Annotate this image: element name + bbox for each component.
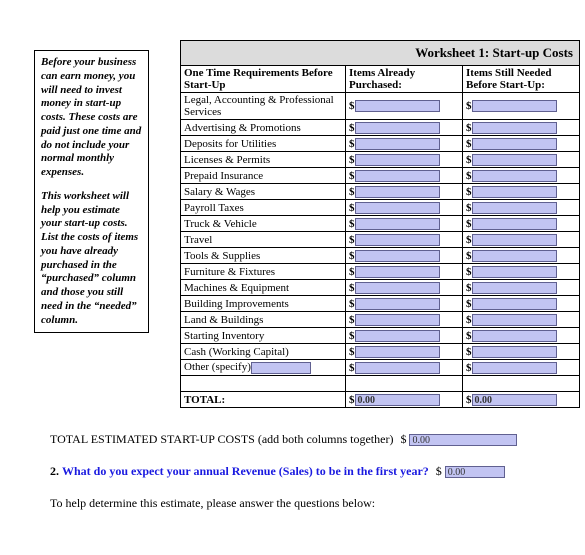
row-label: Licenses & Permits — [181, 152, 346, 168]
purchased-field[interactable] — [355, 234, 440, 246]
footer-section: TOTAL ESTIMATED START-UP COSTS (add both… — [50, 430, 555, 512]
needed-field[interactable] — [472, 186, 557, 198]
purchased-field[interactable] — [355, 314, 440, 326]
needed-field[interactable] — [472, 330, 557, 342]
purchased-field[interactable] — [355, 202, 440, 214]
row-label: Land & Buildings — [181, 312, 346, 328]
worksheet-title: Worksheet 1: Start-up Costs — [180, 40, 580, 65]
total-needed: 0.00 — [472, 394, 557, 406]
other-specify-field[interactable] — [251, 362, 311, 374]
row-label: Deposits for Utilities — [181, 136, 346, 152]
other-label: Other (specify) — [181, 360, 346, 376]
needed-field[interactable] — [472, 346, 557, 358]
cost-table: One Time Requirements Before Start-Up It… — [180, 65, 580, 408]
purchased-field[interactable] — [355, 218, 440, 230]
question-2-row: 2. What do you expect your annual Revenu… — [50, 462, 555, 480]
purchased-field[interactable] — [355, 100, 440, 112]
total-purchased: 0.00 — [355, 394, 440, 406]
spacer-row — [181, 376, 580, 392]
table-row: Starting Inventory$$ — [181, 328, 580, 344]
purchased-field[interactable] — [355, 186, 440, 198]
row-label: Tools & Supplies — [181, 248, 346, 264]
total-estimated-field[interactable]: 0.00 — [409, 434, 517, 446]
purchased-field[interactable] — [355, 138, 440, 150]
row-label: Building Improvements — [181, 296, 346, 312]
needed-field[interactable] — [472, 314, 557, 326]
table-row: Licenses & Permits$$ — [181, 152, 580, 168]
needed-field[interactable] — [472, 170, 557, 182]
row-label: Salary & Wages — [181, 184, 346, 200]
q2-text[interactable]: What do you expect your annual Revenue (… — [62, 464, 429, 478]
needed-field[interactable] — [472, 298, 557, 310]
needed-field[interactable] — [472, 154, 557, 166]
row-label: Starting Inventory — [181, 328, 346, 344]
table-row: Travel$$ — [181, 232, 580, 248]
row-label: Travel — [181, 232, 346, 248]
needed-field[interactable] — [472, 234, 557, 246]
row-label: Payroll Taxes — [181, 200, 346, 216]
purchased-field[interactable] — [355, 154, 440, 166]
row-label: Furniture & Fixtures — [181, 264, 346, 280]
table-row: Truck & Vehicle$$ — [181, 216, 580, 232]
table-row: Building Improvements$$ — [181, 296, 580, 312]
needed-field[interactable] — [472, 218, 557, 230]
row-label: Machines & Equipment — [181, 280, 346, 296]
table-row: Prepaid Insurance$$ — [181, 168, 580, 184]
row-label: Cash (Working Capital) — [181, 344, 346, 360]
total-estimated-label: TOTAL ESTIMATED START-UP COSTS (add both… — [50, 432, 393, 446]
dollar-sign: $ — [400, 432, 406, 446]
total-row: TOTAL:$0.00$0.00 — [181, 392, 580, 408]
needed-field[interactable] — [472, 100, 557, 112]
table-row: Tools & Supplies$$ — [181, 248, 580, 264]
purchased-field[interactable] — [355, 362, 440, 374]
needed-field[interactable] — [472, 122, 557, 134]
purchased-field[interactable] — [355, 346, 440, 358]
purchased-field[interactable] — [355, 298, 440, 310]
purchased-field[interactable] — [355, 266, 440, 278]
help-text: To help determine this estimate, please … — [50, 494, 555, 512]
table-row: Land & Buildings$$ — [181, 312, 580, 328]
row-label: Truck & Vehicle — [181, 216, 346, 232]
purchased-field[interactable] — [355, 250, 440, 262]
row-label: Advertising & Promotions — [181, 120, 346, 136]
instruction-box: Before your business can earn money, you… — [34, 50, 149, 333]
dollar-sign: $ — [436, 464, 442, 478]
worksheet: Worksheet 1: Start-up Costs One Time Req… — [180, 40, 580, 408]
table-row: Payroll Taxes$$ — [181, 200, 580, 216]
row-label: Legal, Accounting & Professional Service… — [181, 93, 346, 120]
needed-field[interactable] — [472, 138, 557, 150]
table-row: Machines & Equipment$$ — [181, 280, 580, 296]
instruction-p2: This worksheet will help you estimate yo… — [41, 190, 142, 328]
table-row: Advertising & Promotions$$ — [181, 120, 580, 136]
table-row: Furniture & Fixtures$$ — [181, 264, 580, 280]
purchased-field[interactable] — [355, 122, 440, 134]
needed-field[interactable] — [472, 266, 557, 278]
table-row-other: Other (specify)$$ — [181, 360, 580, 376]
needed-field[interactable] — [472, 202, 557, 214]
q2-number: 2. — [50, 464, 59, 478]
needed-field[interactable] — [472, 362, 557, 374]
needed-field[interactable] — [472, 282, 557, 294]
row-label: Prepaid Insurance — [181, 168, 346, 184]
purchased-field[interactable] — [355, 170, 440, 182]
table-row: Legal, Accounting & Professional Service… — [181, 93, 580, 120]
table-row: Salary & Wages$$ — [181, 184, 580, 200]
instruction-p1: Before your business can earn money, you… — [41, 56, 142, 180]
col-header-needed: Items Still Needed Before Start-Up: — [463, 66, 580, 93]
purchased-field[interactable] — [355, 330, 440, 342]
total-estimated-row: TOTAL ESTIMATED START-UP COSTS (add both… — [50, 430, 555, 448]
col-header-requirements: One Time Requirements Before Start-Up — [181, 66, 346, 93]
purchased-field[interactable] — [355, 282, 440, 294]
q2-field[interactable]: 0.00 — [445, 466, 505, 478]
table-row: Deposits for Utilities$$ — [181, 136, 580, 152]
col-header-purchased: Items Already Purchased: — [346, 66, 463, 93]
table-row: Cash (Working Capital)$$ — [181, 344, 580, 360]
needed-field[interactable] — [472, 250, 557, 262]
total-label: TOTAL: — [181, 392, 346, 408]
